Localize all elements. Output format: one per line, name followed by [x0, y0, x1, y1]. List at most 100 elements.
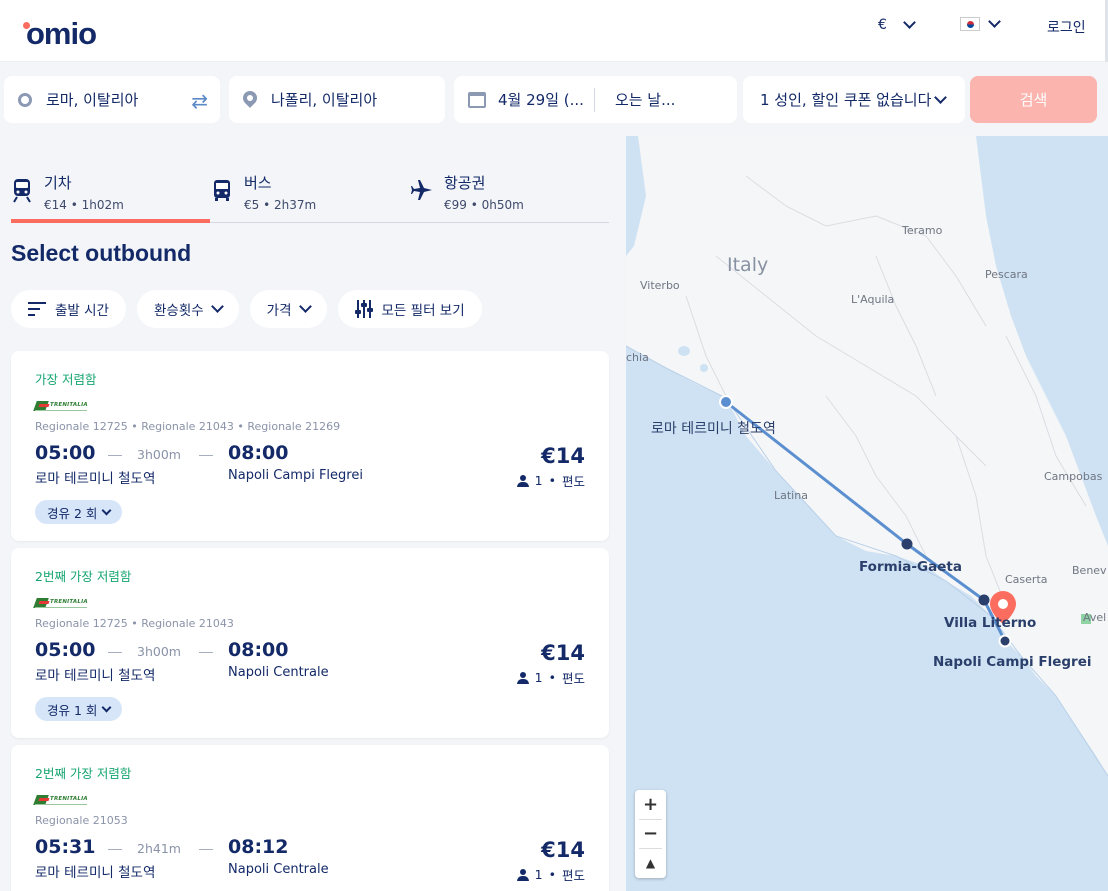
map-zoom-controls: + − ▲ [635, 790, 666, 878]
price: €14 [541, 838, 585, 862]
filter-bar: 출발 시간 환승횟수 가격 모든 필터 보기 [11, 290, 482, 328]
map-label: Benev [1072, 564, 1107, 577]
destination-field[interactable]: 나폴리, 이탈리아 [229, 76, 445, 123]
korea-flag-icon [960, 17, 980, 31]
price-filter-button[interactable]: 가격 [249, 290, 327, 328]
transport-tabs: 기차 €14 • 1h02m 버스 €5 • 2h37m 항공권 €99 • 0… [11, 160, 609, 223]
transfers-filter-button[interactable]: 환승횟수 [136, 290, 239, 328]
train-icon [13, 179, 31, 203]
calendar-icon [468, 91, 486, 108]
map-label-stop: Formia-Gaeta [859, 559, 962, 575]
stops-toggle[interactable]: 경유 2 회 [35, 500, 123, 524]
date-field[interactable]: 4월 29일 (... 오는 날... [454, 76, 737, 123]
tab-label: 기차 [44, 174, 72, 192]
swap-icon[interactable]: ⇄ [191, 89, 208, 113]
tab-label: 버스 [244, 174, 272, 192]
results-panel: 기차 €14 • 1h02m 버스 €5 • 2h37m 항공권 €99 • 0… [0, 136, 626, 891]
result-card[interactable]: 가장 저렴함 TRENITALIA Regionale 12725 • Regi… [11, 351, 609, 541]
passengers-field[interactable]: 1 성인, 할인 쿠폰 없습니다 [743, 76, 965, 123]
chevron-down-icon [298, 300, 312, 313]
chevron-down-icon [988, 15, 1001, 28]
trenitalia-logo: TRENITALIA [33, 596, 88, 610]
price: €14 [541, 444, 585, 468]
sort-depart-time-button[interactable]: 출발 시간 [11, 290, 126, 328]
route-map[interactable]: Italy Teramo Viterbo Pescara L'Aquila ch… [626, 136, 1108, 891]
arrival-time: 08:00 [228, 639, 289, 661]
map-label: L'Aquila [851, 293, 895, 306]
tab-label: 항공권 [444, 174, 486, 192]
filter-label: 환승횟수 [153, 303, 204, 319]
departure-time: 05:00 [35, 639, 96, 661]
map-label-stop: Villa Literno [944, 615, 1037, 631]
dash-divider [108, 849, 122, 850]
top-header: omio € 로그인 [0, 0, 1108, 62]
login-link[interactable]: 로그인 [1047, 17, 1086, 37]
departure-station: 로마 테르미니 철도역 [35, 471, 156, 487]
trip-duration: 2h41m [137, 841, 181, 856]
dash-divider [108, 652, 122, 653]
service-numbers: Regionale 12725 • Regionale 21043 • Regi… [35, 420, 341, 433]
result-card[interactable]: 2번째 가장 저렴함 TRENITALIA Regionale 12725 • … [11, 548, 609, 738]
location-pin-icon [243, 91, 257, 109]
second-cheapest-badge: 2번째 가장 저렴함 [35, 766, 132, 781]
active-tab-indicator [11, 219, 210, 223]
dash-divider [199, 652, 213, 653]
trenitalia-logo: TRENITALIA [33, 793, 88, 807]
currency-label: € [878, 17, 887, 33]
passenger-info: 1 • 편도 [516, 668, 585, 687]
arrival-station: Napoli Centrale [228, 665, 329, 680]
map-label-destination: Napoli Campi Flegrei [933, 654, 1092, 670]
depart-date-value[interactable]: 4월 29일 (... [498, 89, 584, 110]
zoom-out-button[interactable]: − [635, 819, 666, 848]
tab-flights[interactable]: 항공권 €99 • 0h50m [411, 160, 609, 222]
service-numbers: Regionale 21053 [35, 814, 128, 827]
tab-price-duration: €5 • 2h37m [244, 198, 317, 212]
page-title: Select outbound [11, 240, 192, 266]
chevron-down-icon [101, 702, 112, 712]
chevron-down-icon [101, 505, 112, 515]
airplane-icon [411, 180, 432, 200]
currency-selector[interactable]: € [878, 16, 916, 33]
departure-station: 로마 테르미니 철도역 [35, 668, 156, 684]
sliders-icon [354, 300, 373, 318]
person-icon [516, 474, 529, 487]
trip-duration: 3h00m [137, 447, 181, 462]
passenger-info: 1 • 편도 [516, 865, 585, 884]
trip-duration: 3h00m [137, 644, 181, 659]
arrival-time: 08:12 [228, 836, 289, 858]
filter-label: 모든 필터 보기 [381, 303, 465, 319]
map-canvas [626, 136, 1108, 891]
sort-icon [28, 301, 46, 317]
dash-divider [199, 849, 213, 850]
arrival-station: Napoli Campi Flegrei [228, 468, 363, 483]
person-icon [516, 671, 529, 684]
origin-value: 로마, 이탈리아 [46, 91, 139, 109]
zoom-in-button[interactable]: + [635, 790, 666, 819]
origin-circle-icon [18, 92, 32, 107]
price: €14 [541, 641, 585, 665]
chevron-down-icon [934, 90, 947, 104]
result-card[interactable]: 2번째 가장 저렴함 TRENITALIA Regionale 21053 05… [11, 745, 609, 891]
compass-icon[interactable]: ▲ [635, 848, 666, 877]
stops-toggle[interactable]: 경유 1 회 [35, 697, 123, 721]
service-numbers: Regionale 12725 • Regionale 21043 [35, 617, 234, 630]
person-icon [516, 868, 529, 881]
dash-divider [199, 455, 213, 456]
return-date-value[interactable]: 오는 날... [615, 89, 675, 110]
passengers-value: 1 성인, 할인 쿠폰 없습니다 [760, 91, 932, 109]
dash-divider [108, 455, 122, 456]
date-divider [593, 87, 595, 112]
all-filters-button[interactable]: 모든 필터 보기 [337, 290, 482, 328]
origin-field[interactable]: 로마, 이탈리아 ⇄ [4, 76, 220, 123]
tab-bus[interactable]: 버스 €5 • 2h37m [211, 160, 410, 222]
language-selector[interactable] [960, 15, 1001, 31]
departure-station: 로마 테르미니 철도역 [35, 865, 156, 881]
tab-price-duration: €99 • 0h50m [444, 198, 524, 212]
filter-label: 출발 시간 [55, 303, 109, 319]
map-label: Latina [774, 489, 808, 502]
search-button[interactable]: 검색 [970, 76, 1097, 123]
tab-train[interactable]: 기차 €14 • 1h02m [11, 160, 210, 223]
map-label: Viterbo [640, 279, 680, 292]
chevron-down-icon [210, 300, 224, 313]
second-cheapest-badge: 2번째 가장 저렴함 [35, 569, 132, 584]
